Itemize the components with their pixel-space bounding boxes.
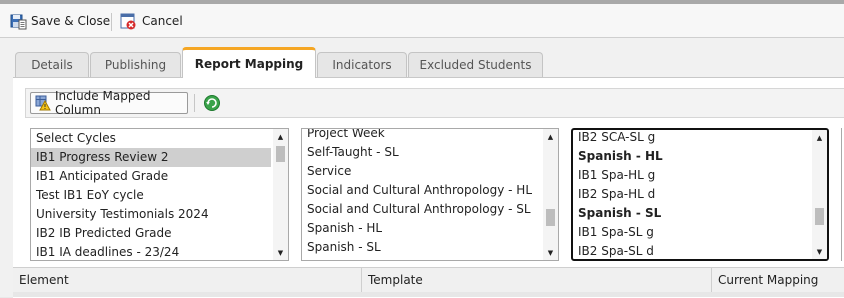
- cycles-scrollbar[interactable]: ▲ ▼: [273, 129, 288, 260]
- include-mapped-column-button[interactable]: Include Mapped Column: [30, 89, 188, 117]
- save-close-button[interactable]: Save & Close: [10, 11, 110, 31]
- list-item[interactable]: Test IB1 EoY cycle: [31, 186, 288, 205]
- main-toolbar: Save & Close Cancel: [0, 4, 844, 38]
- list-group-header: Spanish - SL: [578, 206, 662, 220]
- cycles-listbox[interactable]: Select Cycles IB1 Progress Review 2 IB1 …: [30, 128, 289, 261]
- subjects-listbox[interactable]: Project Week Self-Taught - SL Service So…: [301, 128, 559, 261]
- list-group-header: Spanish - HL: [578, 149, 663, 163]
- subbar-separator: [194, 94, 195, 112]
- subjects-list: Project Week Self-Taught - SL Service So…: [302, 129, 558, 257]
- tab-label: Details: [31, 58, 73, 72]
- classes-scrollbar[interactable]: ▲ ▼: [812, 130, 827, 259]
- scroll-thumb[interactable]: [815, 208, 824, 225]
- mapping-toolbar: Include Mapped Column: [25, 88, 844, 118]
- cycles-list: Select Cycles IB1 Progress Review 2 IB1 …: [31, 129, 288, 260]
- cancel-label: Cancel: [142, 14, 183, 28]
- scroll-down-arrow-icon[interactable]: ▼: [273, 245, 288, 260]
- list-item[interactable]: IB1 Anticipated Grade: [31, 167, 288, 186]
- scroll-thumb[interactable]: [276, 146, 285, 162]
- list-item[interactable]: IB1 Spa-SL g: [573, 223, 827, 242]
- list-item[interactable]: IB1 Spa-HL g: [573, 166, 827, 185]
- list-item[interactable]: Project Week: [302, 129, 558, 143]
- tab-indicators[interactable]: Indicators: [317, 52, 407, 77]
- scroll-up-arrow-icon[interactable]: ▲: [812, 130, 827, 145]
- cancel-icon: [120, 13, 137, 30]
- list-item[interactable]: Spanish - HL: [302, 219, 558, 238]
- list-item[interactable]: Social and Cultural Anthropology - HL: [302, 181, 558, 200]
- list-item[interactable]: Service: [302, 162, 558, 181]
- scroll-down-arrow-icon[interactable]: ▼: [812, 244, 827, 259]
- list-item[interactable]: Social and Cultural Anthropology - SL: [302, 200, 558, 219]
- list-item[interactable]: IB1 IA deadlines - 23/24: [31, 243, 288, 260]
- column-header-template[interactable]: Template: [362, 268, 712, 292]
- tab-label: Publishing: [104, 58, 167, 72]
- column-header-current-mapping[interactable]: Current Mapping: [712, 268, 844, 292]
- cancel-button[interactable]: Cancel: [120, 11, 183, 31]
- list-item[interactable]: University Testimonials 2024: [31, 205, 288, 224]
- scroll-up-arrow-icon[interactable]: ▲: [273, 129, 288, 144]
- classes-list: IB2 SCA-SL g Spanish - HL IB1 Spa-HL g I…: [573, 130, 827, 259]
- scroll-thumb[interactable]: [546, 209, 555, 226]
- list-item[interactable]: Self-Taught - SL: [302, 143, 558, 162]
- column-header-element[interactable]: Element: [13, 268, 362, 292]
- tab-label: Excluded Students: [419, 58, 532, 72]
- tab-excluded-students[interactable]: Excluded Students: [408, 52, 543, 77]
- dialog-content: Details Publishing Report Mapping Indica…: [0, 38, 844, 298]
- list-item[interactable]: IB2 IB Predicted Grade: [31, 224, 288, 243]
- include-mapped-label: Include Mapped Column: [55, 89, 151, 117]
- classes-listbox[interactable]: IB2 SCA-SL g Spanish - HL IB1 Spa-HL g I…: [571, 128, 829, 261]
- subjects-scrollbar[interactable]: ▲ ▼: [543, 129, 558, 260]
- tab-label: Indicators: [332, 58, 392, 72]
- list-item[interactable]: IB2 Spa-HL d: [573, 185, 827, 204]
- list-item[interactable]: Spanish - SL: [302, 238, 558, 257]
- scroll-down-arrow-icon[interactable]: ▼: [543, 245, 558, 260]
- list-item[interactable]: IB1 Progress Review 2: [31, 148, 271, 167]
- tab-report-mapping[interactable]: Report Mapping: [182, 47, 316, 78]
- include-mapped-icon: [35, 95, 51, 111]
- refresh-button[interactable]: [203, 94, 221, 112]
- toolbar-separator: [111, 13, 112, 31]
- save-close-label: Save & Close: [31, 14, 111, 28]
- table-row: [13, 292, 844, 297]
- tab-label: Report Mapping: [194, 57, 304, 71]
- save-close-icon: [10, 13, 27, 30]
- tab-publishing[interactable]: Publishing: [90, 52, 181, 77]
- mapping-grid-header: Element Template Current Mapping: [13, 267, 844, 293]
- list-item[interactable]: Select Cycles: [31, 129, 288, 148]
- list-item[interactable]: IB2 SCA-SL g: [573, 130, 827, 147]
- tab-details[interactable]: Details: [15, 52, 89, 77]
- list-item[interactable]: IB2 Spa-SL d: [573, 242, 827, 259]
- refresh-icon: [204, 95, 220, 111]
- scroll-up-arrow-icon[interactable]: ▲: [543, 129, 558, 144]
- report-mapping-panel: Include Mapped Column Select Cycles IB1 …: [13, 77, 844, 298]
